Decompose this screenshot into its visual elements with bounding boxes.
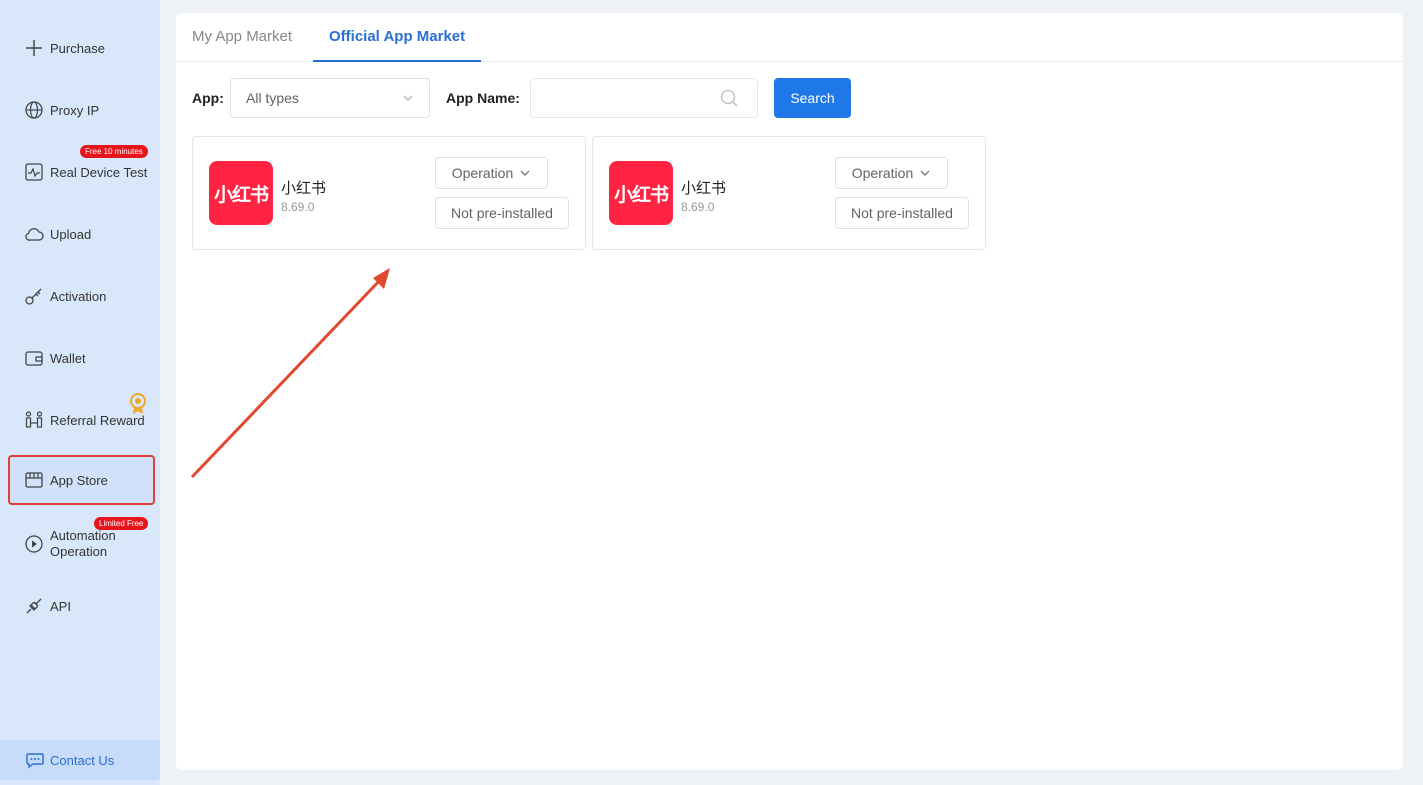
device-test-icon: [24, 162, 44, 182]
app-type-label: App:: [192, 90, 224, 106]
chevron-down-icon: [403, 95, 413, 101]
app-card: 小红书 小红书 8.69.0 Operation Not pre-install…: [592, 136, 986, 250]
sidebar-item-label: API: [50, 598, 71, 614]
sidebar-item-label: Wallet: [50, 350, 86, 366]
sidebar-item-purchase[interactable]: Purchase: [0, 28, 160, 68]
sidebar-item-proxy-ip[interactable]: Proxy IP: [0, 90, 160, 130]
key-icon: [24, 286, 44, 306]
tab-official-app-market[interactable]: Official App Market: [313, 13, 482, 62]
sidebar-item-label: Upload: [50, 226, 92, 242]
sidebar-item-label: Real Device Test: [50, 164, 148, 180]
search-button[interactable]: Search: [774, 78, 851, 118]
sidebar-item-activation[interactable]: Activation: [0, 276, 160, 316]
app-name-label: App Name:: [446, 90, 520, 106]
search-icon[interactable]: [719, 88, 739, 108]
store-icon: [24, 470, 44, 490]
sidebar-item-api[interactable]: API: [0, 586, 160, 626]
operation-label: Operation: [451, 165, 514, 181]
xiaohongshu-app-icon: 小红书: [609, 161, 673, 225]
sidebar-item-label: Automation Operation: [50, 528, 116, 559]
plus-icon: [24, 38, 44, 58]
wallet-icon: [24, 348, 44, 368]
app-type-value: All types: [246, 90, 299, 106]
play-circle-icon: [24, 534, 44, 554]
app-name: 小红书: [281, 179, 327, 197]
sidebar-item-upload[interactable]: Upload: [0, 214, 160, 254]
chevron-down-icon: [520, 170, 530, 176]
annotation-arrow: [190, 268, 390, 479]
xiaohongshu-app-icon: 小红书: [209, 161, 273, 225]
sidebar: Purchase Proxy IP Real Device Test Free …: [0, 0, 160, 785]
plug-icon: [24, 596, 44, 616]
app-version: 8.69.0: [681, 200, 715, 214]
operation-label: Operation: [851, 165, 914, 181]
medal-icon: [128, 392, 148, 421]
cloud-upload-icon: [24, 224, 44, 244]
contact-us-button[interactable]: Contact Us: [0, 740, 160, 780]
app-version: 8.69.0: [281, 200, 315, 214]
contact-us-label: Contact Us: [50, 752, 115, 768]
chevron-down-icon: [920, 170, 930, 176]
operation-dropdown[interactable]: Operation: [435, 157, 548, 189]
globe-icon: [24, 100, 44, 120]
sidebar-item-label: App Store: [50, 472, 108, 488]
pre-install-status-button[interactable]: Not pre-installed: [835, 197, 969, 229]
market-tabs: My App Market Official App Market: [176, 13, 1403, 62]
sidebar-item-label: Activation: [50, 288, 107, 304]
sidebar-item-real-device-test[interactable]: Real Device Test: [0, 152, 160, 192]
app-type-select[interactable]: All types: [230, 78, 430, 118]
referral-icon: [24, 410, 44, 430]
limited-free-badge: Limited Free: [94, 517, 149, 530]
pre-install-status-button[interactable]: Not pre-installed: [435, 197, 569, 229]
tab-my-app-market[interactable]: My App Market: [192, 13, 292, 62]
sidebar-item-wallet[interactable]: Wallet: [0, 338, 160, 378]
operation-dropdown[interactable]: Operation: [835, 157, 948, 189]
sidebar-item-app-store[interactable]: App Store: [8, 455, 155, 505]
sidebar-item-label: Purchase: [50, 40, 105, 56]
app-name: 小红书: [681, 179, 727, 197]
free-trial-badge: Free 10 minutes: [80, 145, 148, 158]
chat-icon: [25, 750, 45, 770]
app-card: 小红书 小红书 8.69.0 Operation Not pre-install…: [192, 136, 586, 250]
sidebar-item-label: Proxy IP: [50, 102, 100, 118]
